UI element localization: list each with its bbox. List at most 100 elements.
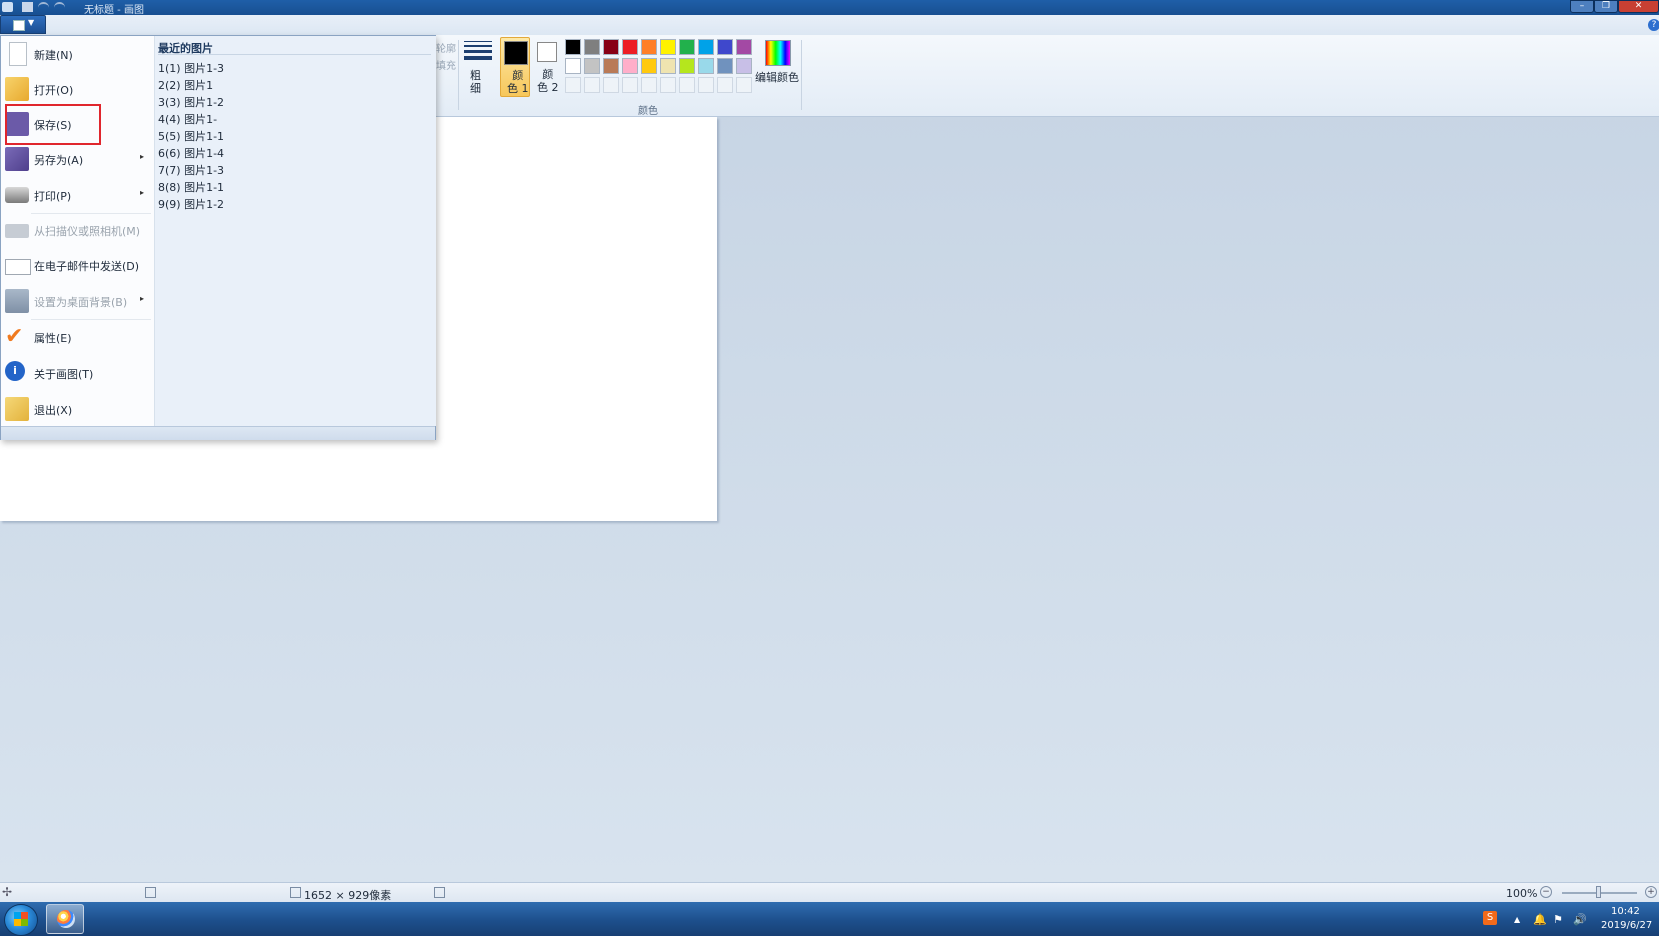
recent-picture-item[interactable]: 3(3) 图片1-2 — [158, 94, 224, 110]
palette-swatch[interactable] — [565, 39, 581, 55]
zoom-in-button[interactable]: + — [1645, 886, 1657, 898]
color1-label: 颜 色 1 — [507, 69, 529, 95]
cursor-position-icon: ✢ — [2, 885, 13, 899]
action-center-flag-icon[interactable]: ⚑ — [1553, 913, 1563, 926]
palette-swatch[interactable] — [660, 58, 676, 74]
undo-icon[interactable] — [38, 2, 49, 10]
recent-picture-item[interactable]: 9(9) 图片1-2 — [158, 196, 224, 212]
line-thickness-icon — [464, 41, 492, 63]
menu-item-email[interactable]: 在电子邮件中发送(D) — [1, 247, 154, 281]
color2-button[interactable]: 颜 色 2 — [533, 37, 563, 97]
palette-swatch[interactable] — [641, 58, 657, 74]
menu-item-scanner: 从扫描仪或照相机(M) — [1, 212, 154, 246]
menu-item-label: 设置为桌面背景(B) — [34, 296, 128, 309]
custom-color-slot[interactable] — [660, 77, 676, 93]
close-button[interactable]: ✕ — [1618, 0, 1659, 13]
shape-outline-label[interactable]: 轮廓 — [436, 40, 456, 55]
submenu-arrow-icon: ▸ — [140, 152, 145, 161]
menu-footer — [1, 426, 435, 440]
ribbon-tab-bar — [0, 15, 1659, 36]
menu-item-exit[interactable]: 退出(X) — [1, 391, 154, 425]
palette-swatch[interactable] — [622, 58, 638, 74]
palette-swatch[interactable] — [641, 39, 657, 55]
menu-item-checkmark[interactable]: ✔ 属性(E) — [1, 319, 154, 353]
colors-group-label: 颜色 — [638, 106, 658, 117]
menu-item-info[interactable]: i 关于画图(T) — [1, 355, 154, 389]
recent-picture-item[interactable]: 5(5) 图片1-1 — [158, 128, 224, 144]
help-icon[interactable]: ? — [1648, 19, 1659, 31]
ime-sogou-icon[interactable]: S — [1483, 911, 1497, 925]
menu-item-new-document[interactable]: 新建(N) — [1, 36, 154, 70]
edit-colors-button[interactable]: 编辑颜色 — [753, 38, 801, 84]
custom-color-slot[interactable] — [603, 77, 619, 93]
recent-picture-item[interactable]: 4(4) 图片1- — [158, 111, 217, 127]
palette-swatch[interactable] — [584, 58, 600, 74]
menu-item-printer[interactable]: 打印(P) ▸ — [1, 177, 154, 211]
custom-color-slot[interactable] — [641, 77, 657, 93]
clock-date[interactable]: 2019/6/27 — [1601, 920, 1652, 931]
app-menu-button[interactable]: ▼ — [0, 15, 46, 34]
palette-swatch[interactable] — [622, 39, 638, 55]
notification-icon[interactable]: 🔔 — [1533, 913, 1547, 926]
title-bar: 无标题 - 画图 – ❐ ✕ — [0, 0, 1659, 16]
palette-swatch[interactable] — [603, 39, 619, 55]
menu-commands: 新建(N) 打开(O) 保存(S) 另存为(A) ▸ 打印(P) ▸ 从扫描仪或照相机(M) 在… — [1, 36, 154, 426]
palette-swatch[interactable] — [736, 39, 752, 55]
paint-app-icon[interactable] — [2, 2, 13, 12]
custom-color-slot[interactable] — [679, 77, 695, 93]
quick-save-icon[interactable] — [22, 2, 33, 12]
paint-palette-icon — [57, 910, 75, 928]
recent-picture-item[interactable]: 6(6) 图片1-4 — [158, 145, 224, 161]
custom-color-slot[interactable] — [698, 77, 714, 93]
palette-swatch[interactable] — [603, 58, 619, 74]
palette-swatch[interactable] — [584, 39, 600, 55]
palette-swatch[interactable] — [717, 58, 733, 74]
menu-item-label: 在电子邮件中发送(D) — [34, 260, 140, 273]
menu-item-save-as[interactable]: 另存为(A) ▸ — [1, 141, 154, 175]
zoom-level: 100% — [1506, 887, 1538, 900]
taskbar-paint-button[interactable] — [46, 904, 84, 934]
minimize-button[interactable]: – — [1570, 0, 1594, 13]
redo-icon[interactable] — [54, 2, 65, 10]
submenu-arrow-icon: ▸ — [140, 294, 145, 303]
menu-item-label: 关于画图(T) — [34, 368, 94, 381]
color1-button[interactable]: 颜 色 1 — [500, 37, 530, 97]
custom-color-slot[interactable] — [584, 77, 600, 93]
info-icon: i — [5, 361, 25, 381]
zoom-out-button[interactable]: − — [1540, 886, 1552, 898]
palette-swatch[interactable] — [717, 39, 733, 55]
new-document-icon — [9, 42, 27, 66]
recent-picture-item[interactable]: 7(7) 图片1-3 — [158, 162, 224, 178]
palette-swatch[interactable] — [698, 39, 714, 55]
recent-picture-item[interactable]: 1(1) 图片1-3 — [158, 60, 224, 76]
clock-time[interactable]: 10:42 — [1611, 906, 1640, 917]
image-size-icon — [290, 887, 301, 898]
palette-swatch[interactable] — [660, 39, 676, 55]
maximize-button[interactable]: ❐ — [1594, 0, 1618, 13]
custom-color-slot[interactable] — [736, 77, 752, 93]
color1-swatch — [504, 41, 528, 65]
zoom-slider-thumb[interactable] — [1596, 886, 1601, 898]
palette-swatch[interactable] — [565, 58, 581, 74]
dropdown-arrow-icon: ▼ — [28, 18, 35, 27]
size-label: 粗 细 — [470, 69, 481, 95]
volume-icon[interactable]: 🔊 — [1573, 913, 1587, 926]
menu-item-open-folder[interactable]: 打开(O) — [1, 71, 154, 105]
show-hidden-icons-icon[interactable]: ▲ — [1514, 915, 1520, 924]
file-size-icon — [434, 887, 445, 898]
palette-swatch[interactable] — [736, 58, 752, 74]
palette-swatch[interactable] — [679, 58, 695, 74]
submenu-arrow-icon: ▸ — [140, 188, 145, 197]
open-folder-icon — [5, 77, 29, 101]
recent-picture-item[interactable]: 2(2) 图片1 — [158, 77, 213, 93]
custom-color-slot[interactable] — [622, 77, 638, 93]
custom-color-slot[interactable] — [717, 77, 733, 93]
palette-swatch[interactable] — [698, 58, 714, 74]
recent-picture-item[interactable]: 8(8) 图片1-1 — [158, 179, 224, 195]
palette-swatch[interactable] — [679, 39, 695, 55]
shape-fill-label[interactable]: 填充 — [436, 57, 456, 72]
custom-color-slot[interactable] — [565, 77, 581, 93]
desktop-background-icon — [5, 289, 29, 313]
start-button[interactable] — [4, 904, 38, 936]
color-spectrum-icon — [765, 40, 791, 66]
